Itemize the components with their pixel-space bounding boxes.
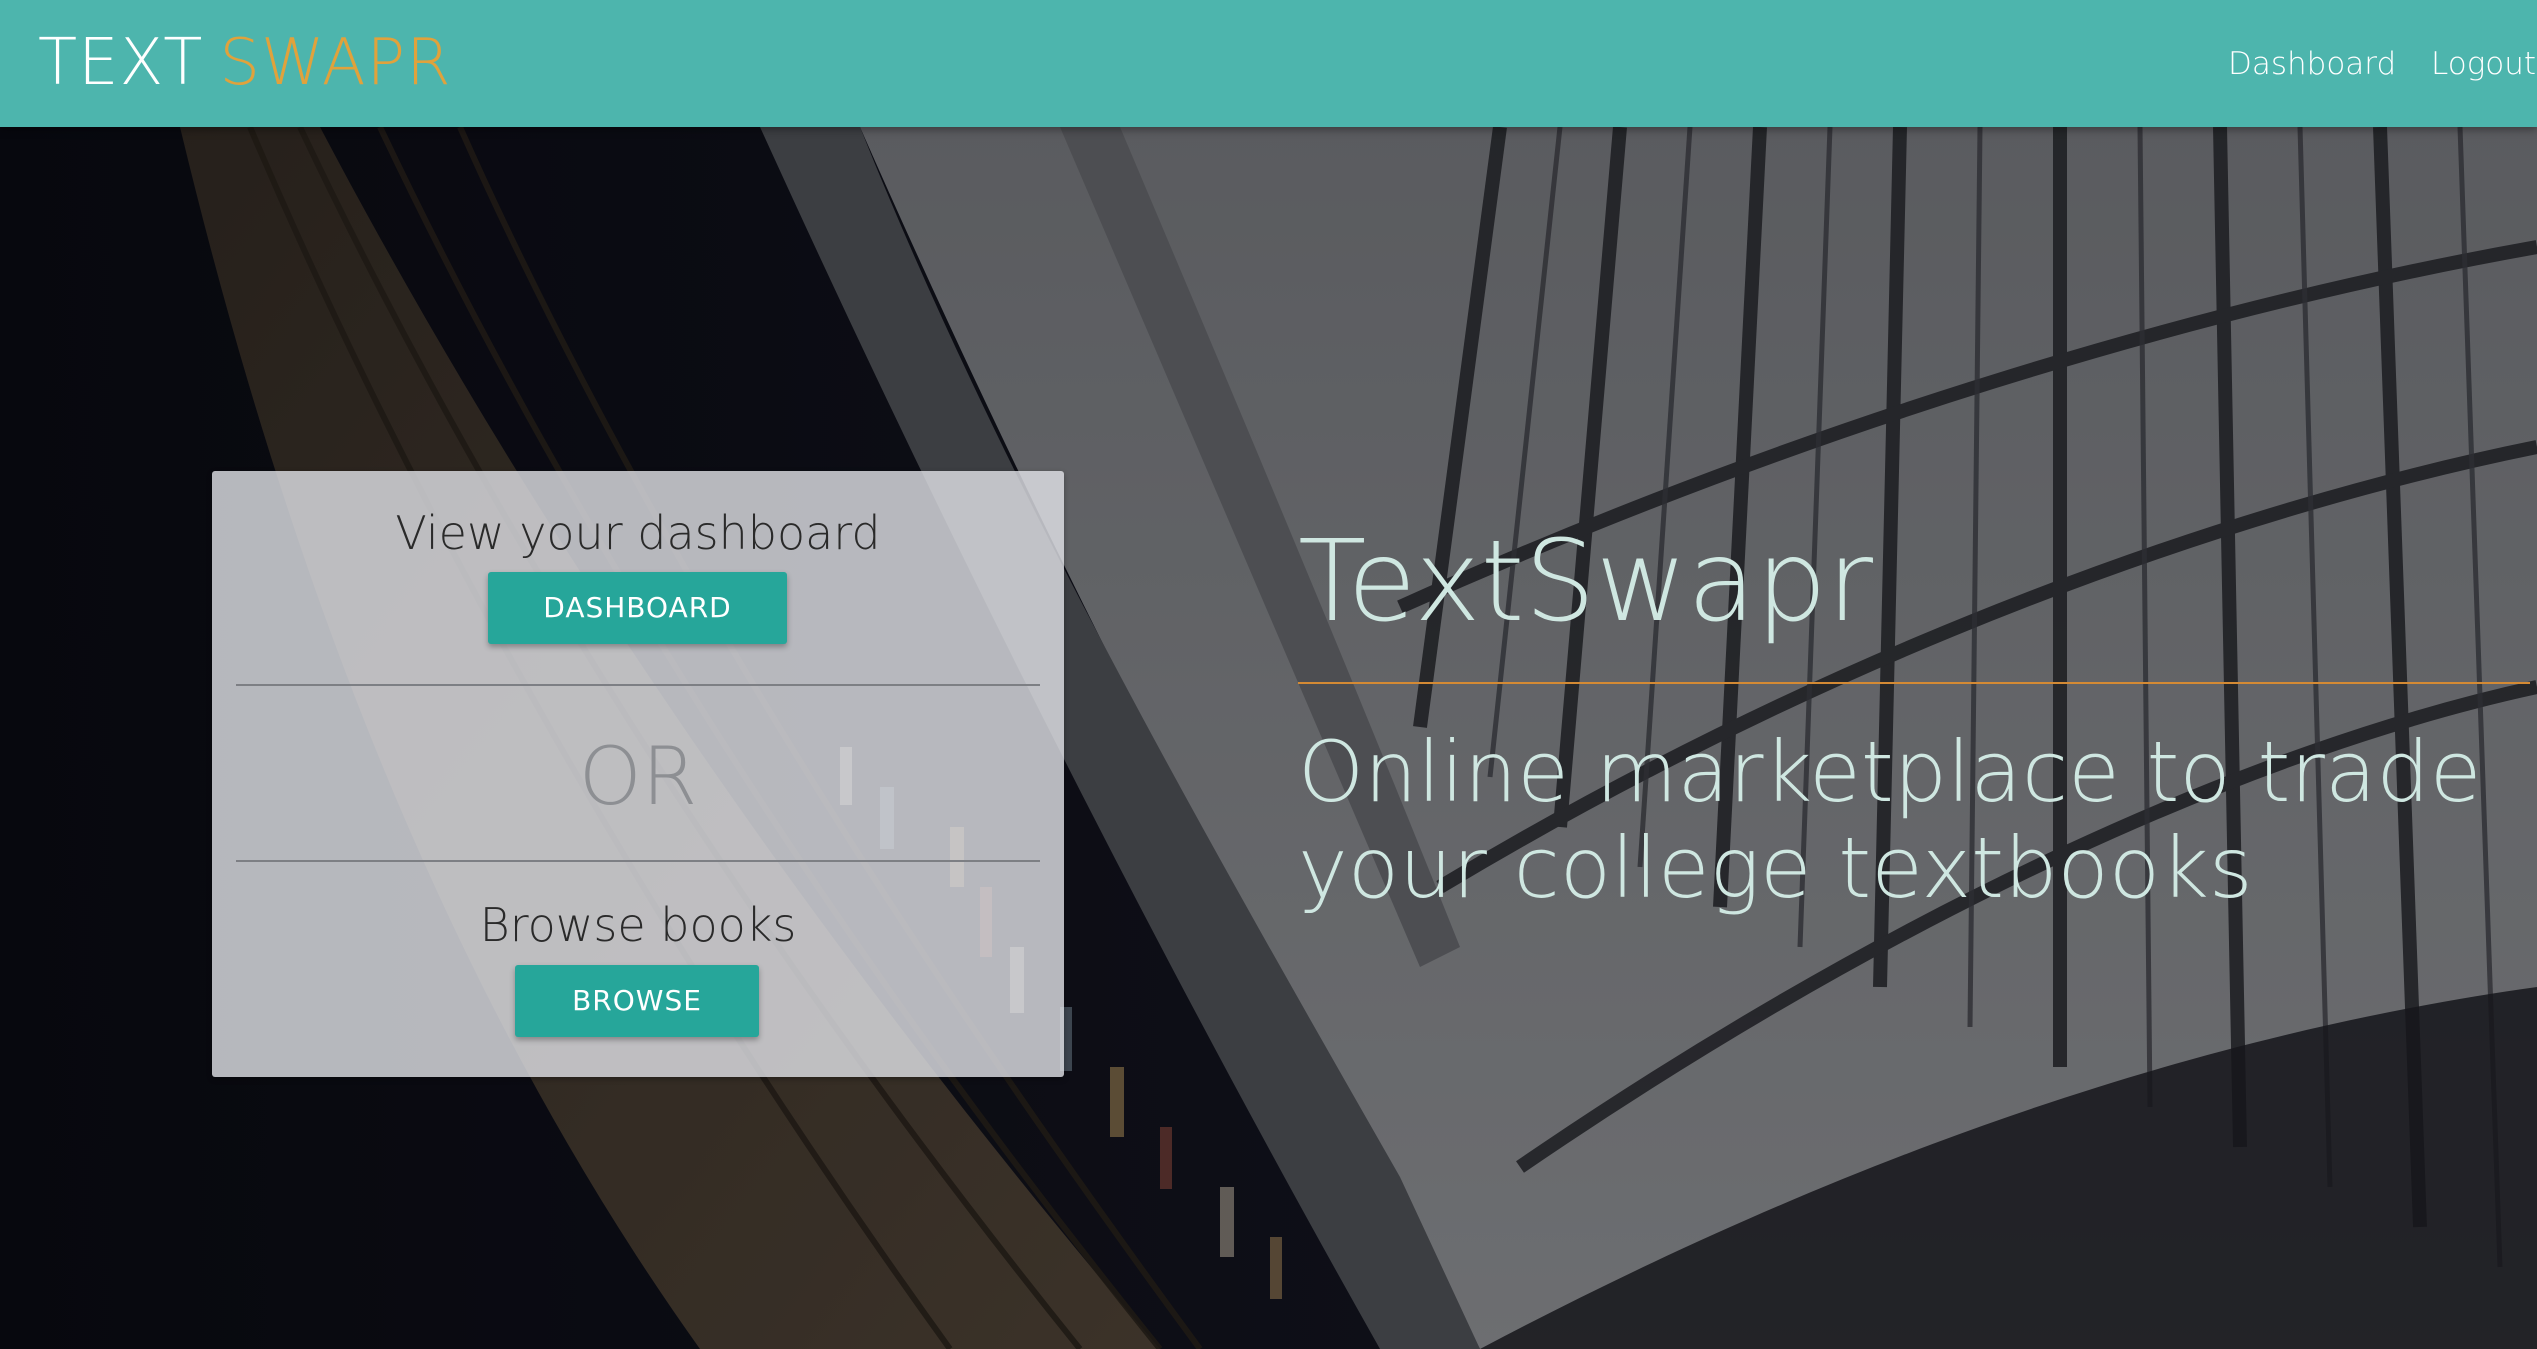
hero-divider [1298, 682, 2530, 684]
nav-link-dashboard[interactable]: Dashboard [2228, 44, 2396, 84]
browse-button[interactable]: BROWSE [515, 965, 759, 1037]
action-card: View your dashboard DASHBOARD OR Browse … [212, 471, 1064, 1077]
hero-title: TextSwapr [1298, 517, 1873, 647]
hero-tagline: Online marketplace to trade your college… [1298, 723, 2482, 917]
brand-logo[interactable]: TEXT SWAPR [38, 28, 452, 98]
dashboard-heading: View your dashboard [395, 506, 881, 560]
dashboard-button[interactable]: DASHBOARD [488, 572, 787, 644]
or-text: OR [578, 730, 698, 823]
nav-link-logout[interactable]: Logout [2431, 44, 2536, 84]
divider-top [236, 684, 1040, 686]
browse-heading: Browse books [479, 898, 797, 952]
divider-bottom [236, 860, 1040, 862]
brand-text-first: TEXT [38, 26, 204, 100]
navbar: TEXT SWAPR Dashboard Logout [0, 0, 2537, 127]
brand-text-second: SWAPR [219, 26, 452, 100]
